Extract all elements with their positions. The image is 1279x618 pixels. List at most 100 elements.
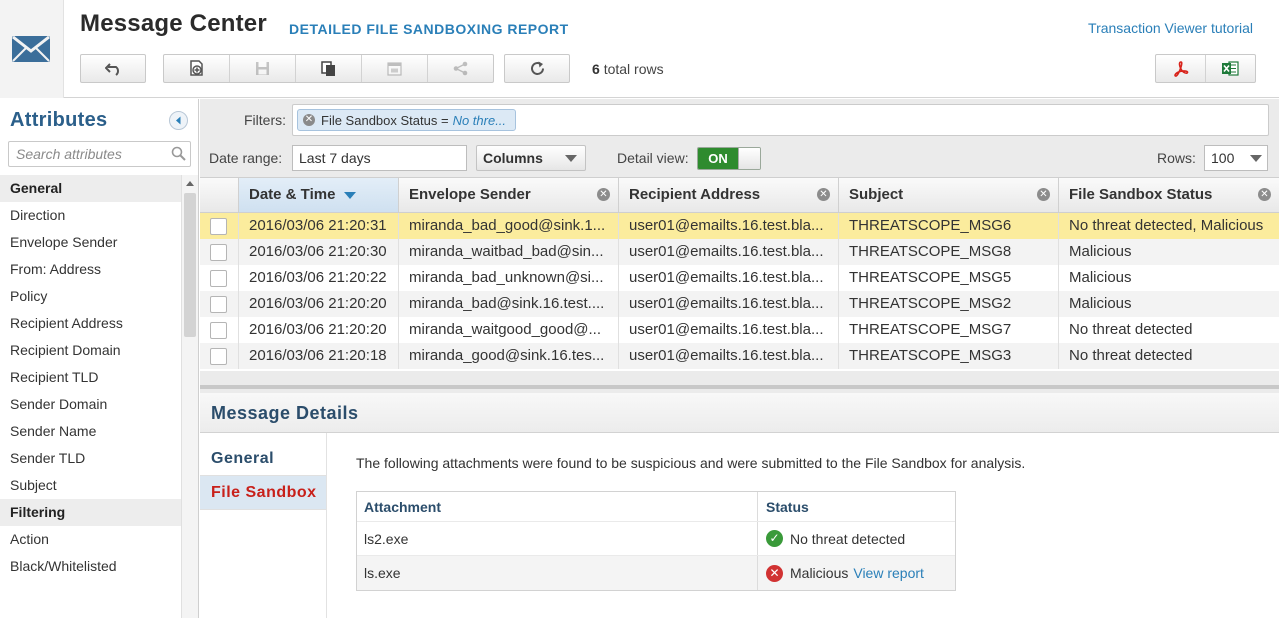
view-report-link[interactable]: View report <box>853 565 924 581</box>
refresh-button[interactable] <box>505 55 569 82</box>
panel-resize-handle[interactable] <box>200 385 1279 389</box>
remove-column-icon[interactable]: ✕ <box>817 188 830 201</box>
toggle-knob[interactable] <box>738 148 760 169</box>
search-attributes-input[interactable] <box>8 141 191 167</box>
attribute-from-address[interactable]: From: Address <box>0 256 181 283</box>
undo-button[interactable] <box>81 55 145 82</box>
attribute-recipient-domain[interactable]: Recipient Domain <box>0 337 181 364</box>
tab-file-sandbox[interactable]: File Sandbox <box>200 476 326 510</box>
action-toolbar <box>163 54 494 83</box>
column-header-label: Date & Time <box>249 186 336 203</box>
details-header: Message Details <box>200 393 1279 433</box>
sender-cell: miranda_bad_unknown@si... <box>399 265 619 291</box>
calendar-icon <box>387 62 402 76</box>
attribute-recipient-address[interactable]: Recipient Address <box>0 310 181 337</box>
attribute-policy[interactable]: Policy <box>0 283 181 310</box>
sidebar-scrollbar[interactable] <box>181 175 198 618</box>
export-pdf-button[interactable] <box>1156 55 1206 82</box>
table-row[interactable]: 2016/03/06 21:20:30 miranda_waitbad_bad@… <box>200 239 1279 265</box>
collapse-sidebar-button[interactable] <box>169 111 188 130</box>
export-excel-button[interactable] <box>1206 55 1255 82</box>
scrollbar-thumb[interactable] <box>184 193 196 337</box>
attribute-recipient-tld[interactable]: Recipient TLD <box>0 364 181 391</box>
remove-column-icon[interactable]: ✕ <box>597 188 610 201</box>
date-cell: 2016/03/06 21:20:18 <box>239 343 399 369</box>
total-rows: 6 total rows <box>592 61 664 77</box>
sender-cell: miranda_bad@sink.16.test.... <box>399 291 619 317</box>
filter-bar[interactable]: ✕ File Sandbox Status = No thre... <box>292 104 1269 136</box>
column-header-subject[interactable]: Subject ✕ <box>839 178 1059 212</box>
attribute-envelope-sender[interactable]: Envelope Sender <box>0 229 181 256</box>
copy-icon <box>321 60 335 76</box>
table-row[interactable]: 2016/03/06 21:20:22 miranda_bad_unknown@… <box>200 265 1279 291</box>
save-button[interactable] <box>230 55 296 82</box>
details-title: Message Details <box>211 403 359 423</box>
attribute-direction[interactable]: Direction <box>0 202 181 229</box>
status-cell: No threat detected <box>1069 321 1193 338</box>
table-row[interactable]: 2016/03/06 21:20:20 miranda_waitgood_goo… <box>200 317 1279 343</box>
excel-icon <box>1222 61 1239 76</box>
share-button[interactable] <box>428 55 493 82</box>
attribute-sender-tld[interactable]: Sender TLD <box>0 445 181 472</box>
date-cell: 2016/03/06 21:20:30 <box>239 239 399 265</box>
attribute-sender-domain[interactable]: Sender Domain <box>0 391 181 418</box>
column-header-envelope-sender[interactable]: Envelope Sender ✕ <box>399 178 619 212</box>
sandbox-intro-text: The following attachments were found to … <box>356 455 1026 471</box>
results-grid: Date & Time Envelope Sender ✕ Recipient A… <box>200 177 1279 371</box>
column-header-date-time[interactable]: Date & Time <box>239 178 399 212</box>
sender-cell: miranda_waitbad_bad@sin... <box>399 239 619 265</box>
refresh-icon <box>530 61 544 75</box>
pdf-icon <box>1173 60 1188 77</box>
filter-chip[interactable]: ✕ File Sandbox Status = No thre... <box>297 109 517 131</box>
mail-icon <box>12 36 50 62</box>
scroll-up-icon[interactable] <box>186 180 194 186</box>
attachment-column-header: Attachment <box>364 498 442 515</box>
subject-cell: THREATSCOPE_MSG6 <box>839 213 1059 239</box>
remove-column-icon[interactable]: ✕ <box>1258 188 1271 201</box>
table-row[interactable]: 2016/03/06 21:20:18 miranda_good@sink.16… <box>200 343 1279 369</box>
recipient-cell: user01@emailts.16.test.bla... <box>619 343 839 369</box>
remove-filter-icon[interactable]: ✕ <box>303 114 315 126</box>
attribute-group-filtering[interactable]: Filtering <box>0 499 181 526</box>
attachment-name: ls.exe <box>364 565 401 581</box>
rows-per-page-select[interactable]: 100 <box>1204 145 1268 171</box>
page-subtitle: DETAILED FILE SANDBOXING REPORT <box>289 21 569 37</box>
row-select-cell <box>200 239 239 265</box>
row-checkbox[interactable] <box>210 244 227 261</box>
attribute-subject[interactable]: Subject <box>0 472 181 499</box>
schedule-button[interactable] <box>362 55 428 82</box>
row-checkbox[interactable] <box>210 296 227 313</box>
tutorial-link[interactable]: Transaction Viewer tutorial <box>1088 20 1253 36</box>
attribute-action[interactable]: Action <box>0 526 181 553</box>
columns-dropdown[interactable]: Columns <box>476 145 586 171</box>
attachment-status: ✓ No threat detected <box>757 522 956 555</box>
attribute-sender-name[interactable]: Sender Name <box>0 418 181 445</box>
table-row[interactable]: 2016/03/06 21:20:20 miranda_bad@sink.16.… <box>200 291 1279 317</box>
rows-label: Rows: <box>1157 150 1196 166</box>
table-row[interactable]: 2016/03/06 21:20:31 miranda_bad_good@sin… <box>200 213 1279 239</box>
column-header-recipient-address[interactable]: Recipient Address ✕ <box>619 178 839 212</box>
tab-general[interactable]: General <box>200 442 326 476</box>
app-header: Message Center DETAILED FILE SANDBOXING … <box>0 0 1279 98</box>
row-select-cell <box>200 291 239 317</box>
date-range-input[interactable]: Last 7 days <box>292 145 467 171</box>
status-cell: Malicious <box>1069 243 1132 260</box>
select-column-header <box>200 178 239 212</box>
sender-cell: miranda_good@sink.16.tes... <box>399 343 619 369</box>
remove-column-icon[interactable]: ✕ <box>1037 188 1050 201</box>
status-cell: Malicious <box>1069 295 1132 312</box>
row-checkbox[interactable] <box>210 218 227 235</box>
row-checkbox[interactable] <box>210 270 227 287</box>
copy-button[interactable] <box>296 55 362 82</box>
chevron-left-icon <box>176 116 181 125</box>
row-checkbox[interactable] <box>210 348 227 365</box>
add-button[interactable] <box>164 55 230 82</box>
date-range-label: Date range: <box>209 150 283 166</box>
row-checkbox[interactable] <box>210 322 227 339</box>
toggle-state: ON <box>698 148 738 169</box>
column-header-file-sandbox-status[interactable]: File Sandbox Status ✕ <box>1059 178 1279 212</box>
attribute-group-general[interactable]: General <box>0 175 181 202</box>
detail-view-toggle[interactable]: ON <box>697 147 761 170</box>
attachment-status-text: Malicious <box>790 565 849 581</box>
attribute-black-whitelisted[interactable]: Black/Whitelisted <box>0 553 181 580</box>
